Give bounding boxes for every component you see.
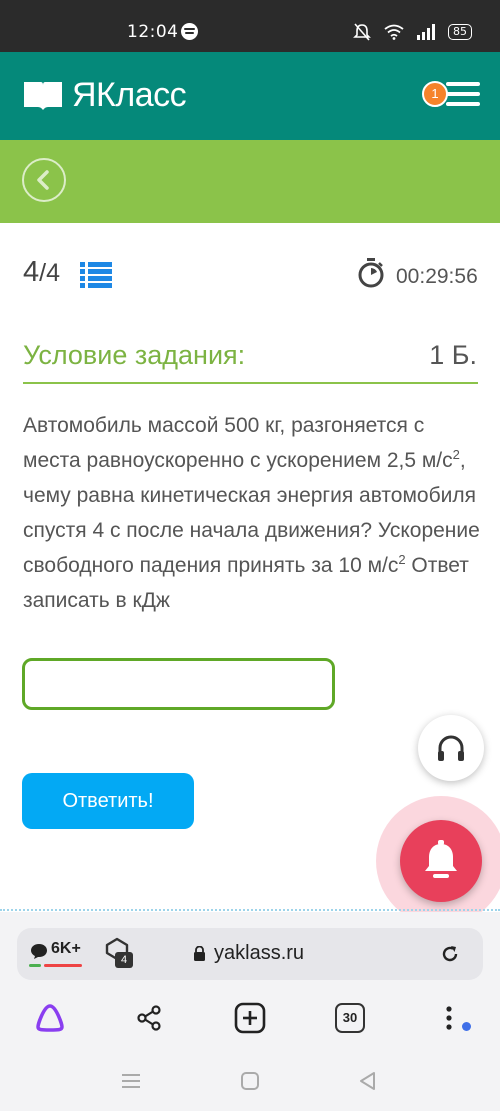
status-time: 12:04 [127,22,179,42]
share-icon [137,1005,161,1031]
comments-icon[interactable] [30,942,48,960]
back-icon [37,170,49,190]
signal-icon [417,24,435,40]
task-text: Автомобиль массой 500 кг, разгоняется с … [23,414,480,612]
back-button[interactable] [22,158,66,202]
menu-button[interactable]: 1 [420,78,480,112]
rating-bar-positive [29,964,41,967]
new-tab-button[interactable] [232,1000,268,1036]
book-icon [24,81,62,110]
add-tab-icon [234,1002,266,1034]
notifications-button[interactable] [400,820,482,902]
task-progress: 4/4 [23,256,60,289]
stopwatch-icon [358,258,384,288]
screen: 12:04 85 ЯКласс 1 4/4 00:29:56 Условие з… [0,0,500,1111]
comments-count: 6K+ [51,940,81,957]
recent-apps-icon[interactable] [120,1072,142,1090]
logo[interactable]: ЯКласс [22,76,187,115]
system-navigation-bar [0,1044,500,1111]
bell-icon [425,840,457,878]
lock-icon [194,946,205,961]
battery-indicator: 85 [448,24,472,40]
submit-answer-button[interactable]: Ответить! [22,773,194,829]
browser-toolbar: 30 [0,992,500,1044]
page-bottom-divider [0,909,500,911]
more-menu-button[interactable] [431,1000,467,1036]
hamburger-icon [446,82,480,106]
status-bar: 12:04 85 [0,0,500,52]
task-points: 1 Б. [429,340,477,370]
status-icons: 85 [352,22,472,42]
mute-icon [353,23,371,41]
alice-icon [36,1004,64,1032]
subheader-bar [0,140,500,223]
share-button[interactable] [131,1000,167,1036]
system-back-icon[interactable] [358,1071,378,1091]
rating-bar-negative [44,964,82,967]
task-current: 4 [23,256,40,288]
wifi-icon [384,24,404,40]
url-text[interactable]: yaklass.ru [214,942,304,965]
condition-title: Условие задания: [23,340,246,370]
condition-divider [23,382,478,384]
protect-count: 4 [115,952,133,968]
task-timer: 00:29:56 [396,265,478,288]
notification-badge: 1 [422,81,448,107]
spotify-icon [181,23,198,40]
answer-input[interactable] [22,658,335,710]
menu-notification-dot [462,1022,471,1031]
reload-icon[interactable] [440,944,460,964]
more-icon [446,1006,452,1030]
home-icon[interactable] [240,1071,260,1091]
task-total: /4 [39,259,60,287]
alice-button[interactable] [32,1000,68,1036]
logo-text: ЯКласс [72,76,187,114]
site-header: ЯКласс 1 [0,52,500,140]
list-icon[interactable] [80,262,112,288]
tabs-count: 30 [335,1003,365,1033]
headphones-icon [438,735,464,761]
audio-button[interactable] [418,715,484,781]
tabs-button[interactable]: 30 [332,1000,368,1036]
